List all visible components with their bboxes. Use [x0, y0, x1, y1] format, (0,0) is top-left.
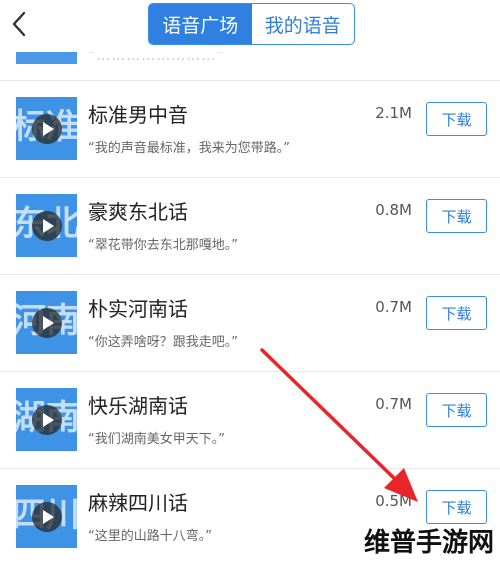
voice-quote: “我的声音最标准，我来为您带路。” [88, 141, 290, 156]
list-item-partial: “……………………” [0, 52, 500, 80]
top-bar: 语音广场 我的语音 [0, 0, 500, 52]
download-button[interactable]: 下载 [426, 102, 487, 136]
voice-name: 快乐湖南话 [88, 394, 188, 418]
download-button[interactable]: 下载 [426, 490, 487, 524]
list-item[interactable]: 东北 豪爽东北话 “翠花带你去东北那嘎地。” 0.8M 下载 [0, 177, 500, 274]
voice-thumbnail[interactable]: 标准 [16, 97, 77, 160]
voice-thumbnail [16, 52, 77, 64]
tab-voice-square[interactable]: 语音广场 [149, 4, 252, 44]
list-item[interactable]: 标准 标准男中音 “我的声音最标准，我来为您带路。” 2.1M 下载 [0, 80, 500, 177]
segment-tabs: 语音广场 我的语音 [148, 3, 355, 45]
file-size: 0.7M [375, 395, 412, 413]
chevron-left-icon [12, 11, 26, 37]
voice-name: 朴实河南话 [88, 297, 188, 321]
file-size: 0.5M [375, 492, 412, 510]
file-size: 2.1M [375, 104, 412, 122]
download-button[interactable]: 下载 [426, 393, 487, 427]
voice-name: 麻辣四川话 [88, 491, 188, 515]
play-icon[interactable] [32, 114, 62, 144]
voice-quote: “……………………” [88, 52, 225, 64]
list-item[interactable]: 湖南 快乐湖南话 “我们湖南美女甲天下。” 0.7M 下载 [0, 371, 500, 468]
watermark: 维普手游网 [363, 528, 494, 558]
voice-quote: “这里的山路十八弯。” [88, 529, 212, 544]
list-item[interactable]: 河南 朴实河南话 “你这弄啥呀？跟我走吧。” 0.7M 下载 [0, 274, 500, 371]
tab-my-voices[interactable]: 我的语音 [252, 4, 355, 44]
voice-list: “……………………” 标准 标准男中音 “我的声音最标准，我来为您带路。” 2.… [0, 52, 500, 563]
voice-thumbnail[interactable]: 河南 [16, 291, 77, 354]
play-icon[interactable] [32, 405, 62, 435]
download-button[interactable]: 下载 [426, 199, 487, 233]
voice-thumbnail[interactable]: 四川 [16, 485, 77, 548]
back-button[interactable] [6, 9, 32, 39]
file-size: 0.7M [375, 298, 412, 316]
play-icon[interactable] [32, 308, 62, 338]
voice-thumbnail[interactable]: 湖南 [16, 388, 77, 451]
voice-quote: “翠花带你去东北那嘎地。” [88, 238, 238, 253]
voice-name: 标准男中音 [88, 103, 188, 127]
file-size: 0.8M [375, 201, 412, 219]
voice-quote: “我们湖南美女甲天下。” [88, 432, 225, 447]
play-icon[interactable] [32, 211, 62, 241]
play-icon[interactable] [32, 502, 62, 532]
voice-thumbnail[interactable]: 东北 [16, 194, 77, 257]
voice-quote: “你这弄啥呀？跟我走吧。” [88, 335, 238, 350]
voice-name: 豪爽东北话 [88, 200, 188, 224]
download-button[interactable]: 下载 [426, 296, 487, 330]
